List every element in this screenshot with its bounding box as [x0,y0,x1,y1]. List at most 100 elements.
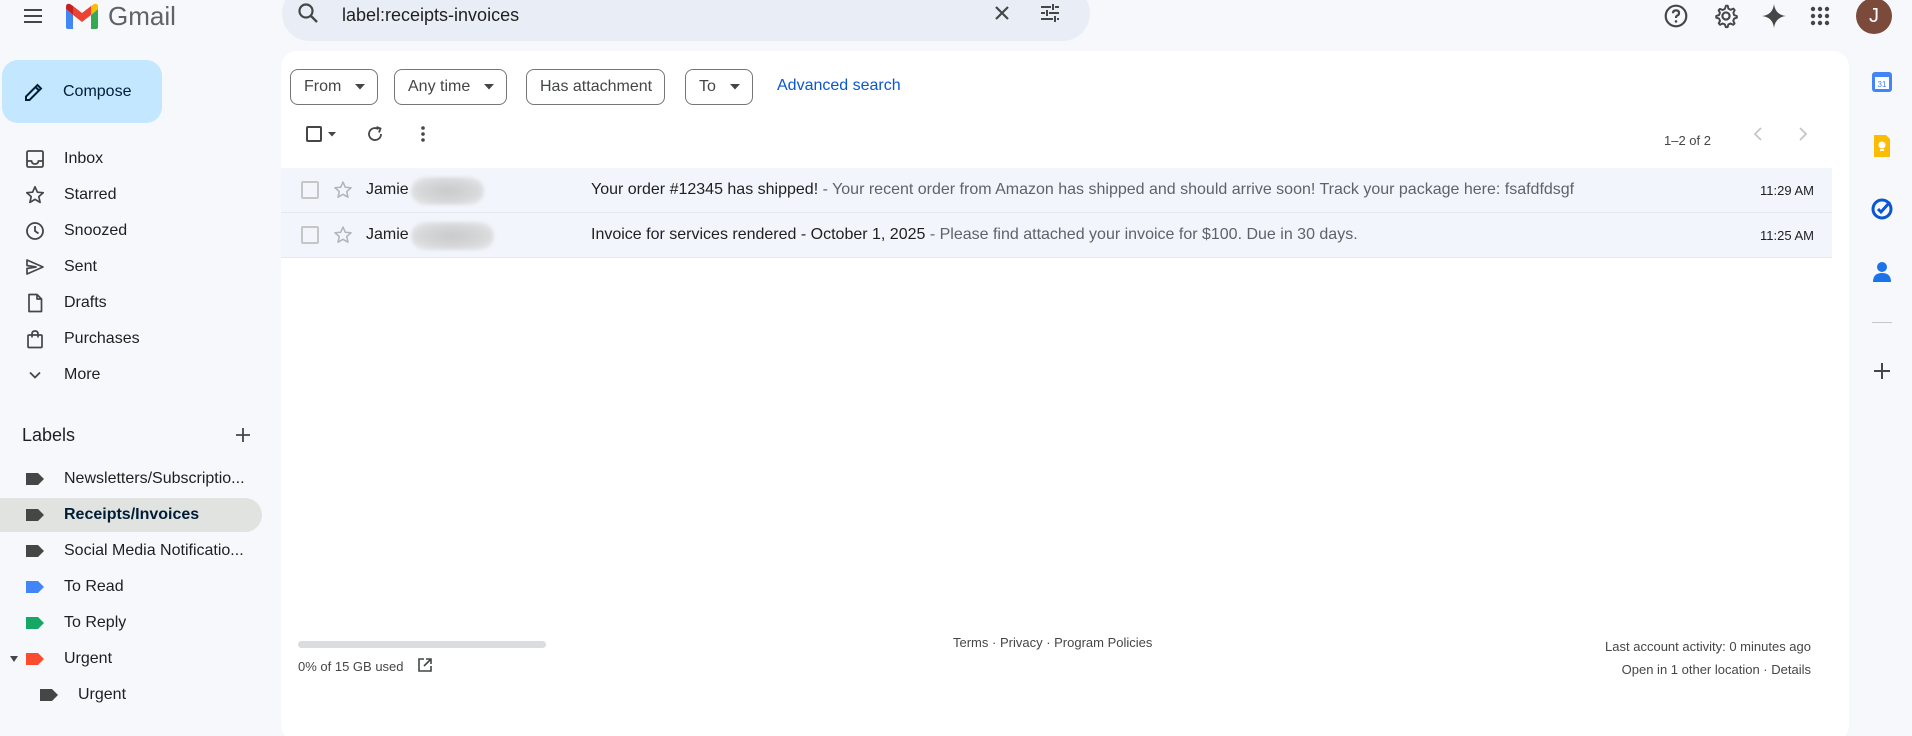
filter-chip-has-attachment[interactable]: Has attachment [526,69,666,105]
contacts-app-button[interactable] [1862,252,1902,292]
create-label-button[interactable] [232,424,254,446]
label-tag-icon [24,652,46,666]
compose-button[interactable]: Compose [2,60,162,123]
label-name: To Read [64,578,124,595]
pagination-count: 1–2 of 2 [1664,133,1711,148]
other-location-text: Open in 1 other location [1621,662,1760,677]
gmail-m-icon [66,3,98,29]
nav-item-purchases[interactable]: Purchases [0,322,262,356]
account-avatar[interactable]: J [1856,0,1892,34]
footer-links: Terms · Privacy · Program Policies [953,635,1153,650]
label-item-social-media[interactable]: Social Media Notificatio... [0,534,262,568]
calendar-app-button[interactable]: 31 [1862,62,1902,102]
get-addons-button[interactable] [1862,351,1902,391]
label-name: Urgent [64,650,113,667]
email-sender: Jamie [366,181,409,198]
refresh-icon [368,126,382,141]
email-subject-line: Invoice for services rendered - October … [591,226,1358,244]
main-menu-button[interactable] [13,0,53,32]
label-tag-icon [24,508,46,522]
google-apps-button[interactable] [1800,0,1840,32]
older-button[interactable] [1793,124,1813,144]
activity-details-link[interactable]: Details [1771,662,1811,677]
search-options-icon[interactable] [1038,1,1062,25]
chip-label: Any time [408,78,471,95]
row-checkbox[interactable] [301,226,319,244]
nav-item-starred[interactable]: Starred [0,178,262,212]
label-name: Newsletters/Subscriptio... [64,470,245,487]
email-row[interactable]: Jamie Your order #12345 has shipped! - Y… [281,168,1832,213]
refresh-button[interactable] [365,124,385,144]
tasks-app-button[interactable] [1862,189,1902,229]
label-name: Receipts/Invoices [64,506,200,523]
shopping-bag-icon [24,329,46,349]
caret-down-icon [729,84,740,90]
expand-caret-icon[interactable] [9,654,19,664]
draft-icon [24,293,46,313]
row-checkbox[interactable] [301,181,319,199]
select-all-checkbox[interactable] [301,124,341,144]
label-item-newsletters[interactable]: Newsletters/Subscriptio... [0,462,262,496]
keep-app-button[interactable] [1862,126,1902,166]
nav-label: Starred [64,186,117,203]
label-item-urgent-nested[interactable]: Urgent [0,678,262,712]
clear-search-icon[interactable] [990,1,1014,25]
filter-chip-any-time[interactable]: Any time [394,69,508,105]
chevron-right-icon [1799,127,1808,141]
filter-chip-from[interactable]: From [290,69,379,105]
gemini-sparkle-icon [1762,4,1786,28]
chip-label: Has attachment [540,78,653,95]
caret-down-icon [355,84,366,90]
program-policies-link[interactable]: Program Policies [1054,635,1152,650]
nav-label: Purchases [64,330,140,347]
email-snippet: - Please find attached your invoice for … [925,226,1358,243]
settings-button[interactable] [1706,0,1746,32]
terms-link[interactable]: Terms [953,635,988,650]
label-tag-icon [24,616,46,630]
more-vert-icon [421,126,425,142]
nav-label: Sent [64,258,97,275]
apps-grid-icon [1810,6,1830,26]
label-name: Urgent [78,686,127,703]
tasks-icon [1871,198,1893,220]
filter-chip-to[interactable]: To [685,69,753,105]
label-item-urgent[interactable]: Urgent [0,642,262,676]
newer-button[interactable] [1748,124,1768,144]
more-actions-button[interactable] [413,124,433,144]
label-name: To Reply [64,614,127,631]
caret-down-icon [484,84,495,90]
svg-text:31: 31 [1878,80,1887,89]
email-row[interactable]: Jamie Invoice for services rendered - Oc… [281,213,1832,258]
hamburger-menu-icon [24,9,42,23]
app-name: Gmail [108,0,176,31]
star-toggle-icon[interactable] [333,180,353,200]
label-item-to-reply[interactable]: To Reply [0,606,262,640]
nav-item-snoozed[interactable]: Snoozed [0,214,262,248]
keep-icon [1874,135,1890,157]
email-subject: Invoice for services rendered - October … [591,226,926,243]
advanced-search-link[interactable]: Advanced search [777,77,901,95]
chevron-left-icon [1753,127,1762,141]
privacy-link[interactable]: Privacy [1000,635,1043,650]
nav-item-more[interactable]: More [0,358,262,392]
search-bar[interactable]: label:receipts-invoices [282,0,1090,41]
search-icon[interactable] [296,1,320,25]
help-button[interactable] [1656,0,1696,32]
open-in-new-icon [418,658,432,672]
help-icon [1664,4,1688,28]
nav-item-inbox[interactable]: Inbox [0,142,262,176]
gmail-logo[interactable]: Gmail [64,0,176,32]
side-panel-divider [1872,322,1892,323]
nav-item-sent[interactable]: Sent [0,250,262,284]
label-item-to-read[interactable]: To Read [0,570,262,604]
search-input[interactable]: label:receipts-invoices [342,5,519,26]
nav-item-drafts[interactable]: Drafts [0,286,262,320]
star-toggle-icon[interactable] [333,225,353,245]
manage-storage-button[interactable] [417,657,433,673]
last-activity-text: Last account activity: 0 minutes ago [1605,639,1811,654]
email-subject-line: Your order #12345 has shipped! - Your re… [591,181,1574,199]
gemini-button[interactable] [1754,0,1794,32]
redacted-sender-blur [411,222,494,250]
label-tag-icon [24,544,46,558]
label-item-receipts-invoices[interactable]: Receipts/Invoices [0,498,262,532]
